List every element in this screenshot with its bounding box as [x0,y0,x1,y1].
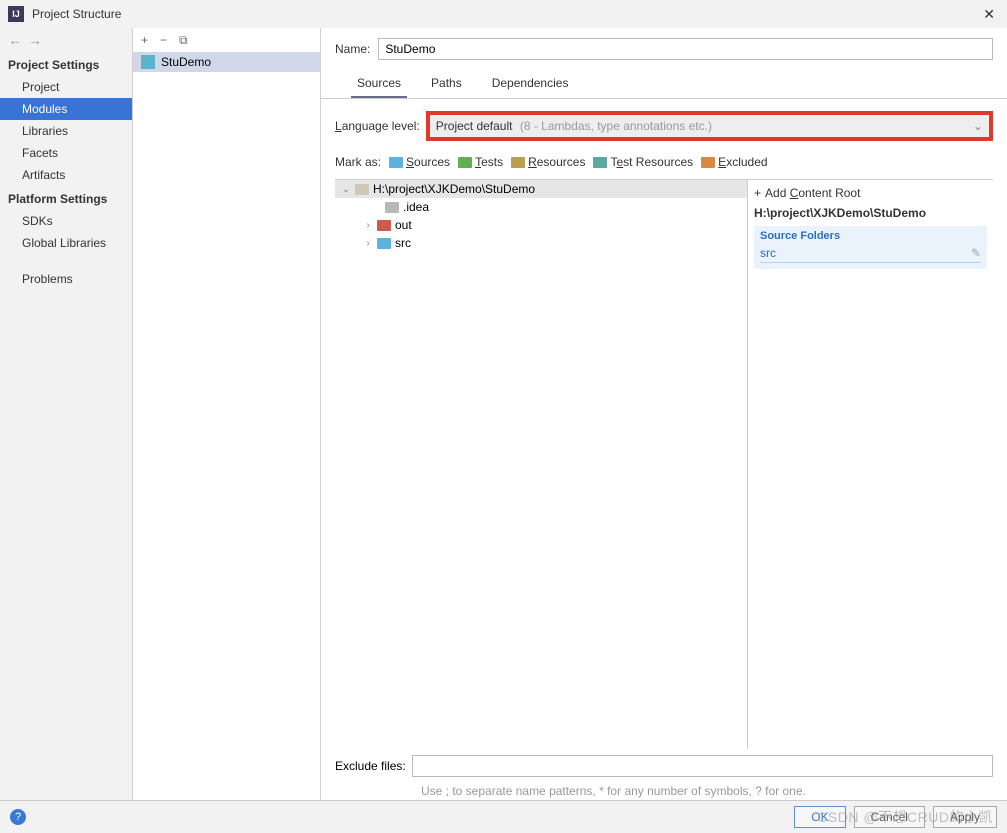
module-item-label: StuDemo [161,55,211,69]
mark-resources[interactable]: Resources [511,155,585,169]
tree-node-label: .idea [403,200,429,214]
cancel-button[interactable]: Cancel [854,806,925,828]
language-level-label: Language level: [335,119,420,133]
exclude-files-label: Exclude files: [335,759,406,773]
content: Name: Sources Paths Dependencies Languag… [321,28,1007,800]
tree-node-label: src [395,236,411,250]
app-icon: IJ [8,6,24,22]
spacer [0,254,132,268]
section-platform-settings: Platform Settings [0,186,132,210]
close-icon[interactable]: ✕ [979,6,999,23]
source-folders-title: Source Folders [760,228,981,244]
tree-root[interactable]: ⌄ H:\project\XJKDemo\StuDemo [335,180,747,198]
tab-sources[interactable]: Sources [351,70,407,98]
forward-icon[interactable]: → [28,32,42,48]
tree-node-out[interactable]: › out [335,216,747,234]
exclude-files-input[interactable] [412,755,993,777]
window-title: Project Structure [32,7,121,21]
folder-icon [377,220,391,231]
name-label: Name: [335,42,370,56]
remove-icon[interactable]: − [160,33,167,47]
back-icon[interactable]: ← [8,32,22,48]
add-icon[interactable]: + [141,33,148,47]
mark-excluded[interactable]: Excluded [701,155,767,169]
name-input[interactable] [378,38,993,60]
apply-button[interactable]: Apply [933,806,997,828]
language-level-value: Project default [436,119,513,133]
mark-as-row: Mark as: Sources Tests Resources Test Re… [321,147,1007,175]
module-icon [141,55,155,69]
content-root-panel: + Add Content Root H:\project\XJKDemo\St… [748,180,993,749]
mark-sources[interactable]: Sources [389,155,450,169]
nav-facets[interactable]: Facets [0,142,132,164]
tab-paths[interactable]: Paths [425,70,468,98]
mark-as-label: Mark as: [335,155,381,169]
module-item-studemo[interactable]: StuDemo [133,52,320,72]
folder-icon [377,238,391,249]
language-level-row: Language level: Project default (8 - Lam… [321,99,1007,147]
tree-node-label: out [395,218,412,232]
folder-icon [385,202,399,213]
folder-icon [593,157,607,168]
sidebar: ← → Project Settings Project Modules Lib… [0,28,133,800]
plus-icon: + [754,186,761,200]
tab-dependencies[interactable]: Dependencies [486,70,575,98]
folder-icon [355,184,369,195]
titlebar: IJ Project Structure ✕ [0,0,1007,28]
expand-icon[interactable]: › [363,238,373,249]
folder-icon [389,157,403,168]
exclude-files-row: Exclude files: [321,749,1007,783]
module-list: + − ⧉ StuDemo [133,28,321,800]
expand-icon[interactable]: › [363,220,373,231]
tree-node-idea[interactable]: .idea [335,198,747,216]
chevron-down-icon: ⌄ [973,119,983,133]
name-row: Name: [321,32,1007,70]
section-project-settings: Project Settings [0,52,132,76]
folder-icon [701,157,715,168]
nav-project[interactable]: Project [0,76,132,98]
folder-icon [511,157,525,168]
tree-node-src[interactable]: › src [335,234,747,252]
exclude-files-hint: Use ; to separate name patterns, * for a… [321,783,1007,800]
help-icon[interactable]: ? [10,809,26,825]
nav-problems[interactable]: Problems [0,268,132,290]
nav-buttons: ← → [0,28,132,52]
mark-test-resources[interactable]: Test Resources [593,155,693,169]
add-content-root[interactable]: + Add Content Root [754,184,987,202]
source-folders-box: Source Folders src ✎ [754,226,987,269]
folder-tree[interactable]: ⌄ H:\project\XJKDemo\StuDemo .idea › out… [335,180,748,749]
mark-tests[interactable]: Tests [458,155,503,169]
source-folder-label: src [760,246,776,260]
tree-root-label: H:\project\XJKDemo\StuDemo [373,182,535,196]
nav-artifacts[interactable]: Artifacts [0,164,132,186]
content-root-path[interactable]: H:\project\XJKDemo\StuDemo [754,202,987,224]
nav-modules[interactable]: Modules [0,98,132,120]
tree-area: ⌄ H:\project\XJKDemo\StuDemo .idea › out… [335,179,993,749]
language-level-select[interactable]: Project default (8 - Lambdas, type annot… [426,111,993,141]
source-folder-src[interactable]: src ✎ [760,244,981,263]
ok-button[interactable]: OK [794,806,845,828]
module-toolbar: + − ⧉ [133,28,320,52]
copy-icon[interactable]: ⧉ [179,33,188,48]
expand-icon[interactable]: ⌄ [341,184,351,195]
nav-global-libraries[interactable]: Global Libraries [0,232,132,254]
tabs: Sources Paths Dependencies [321,70,1007,99]
footer: ? OK Cancel Apply [0,800,1007,833]
nav-sdks[interactable]: SDKs [0,210,132,232]
language-level-hint: (8 - Lambdas, type annotations etc.) [520,119,712,133]
nav-libraries[interactable]: Libraries [0,120,132,142]
main: ← → Project Settings Project Modules Lib… [0,28,1007,800]
edit-icon[interactable]: ✎ [971,246,981,260]
folder-icon [458,157,472,168]
